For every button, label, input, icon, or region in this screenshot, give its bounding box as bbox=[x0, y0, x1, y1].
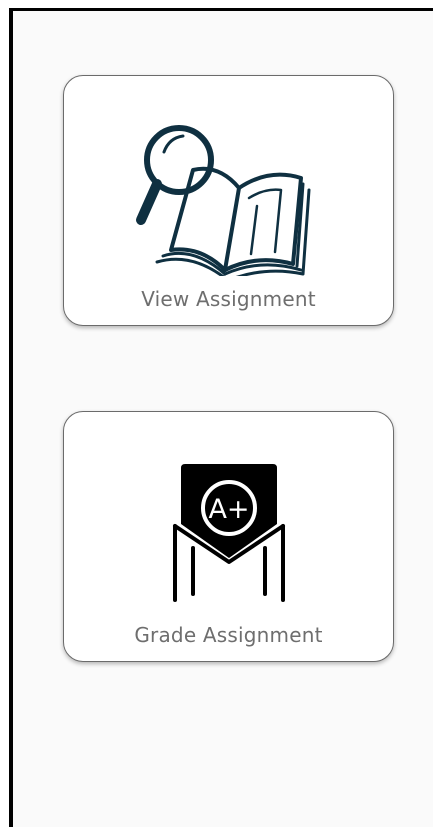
grade-assignment-card[interactable]: A+ Grade Assignment bbox=[63, 411, 394, 662]
grade-assignment-label: Grade Assignment bbox=[134, 623, 323, 647]
app-screen: View Assignment A+ Grade Assignment bbox=[9, 8, 433, 827]
view-assignment-card[interactable]: View Assignment bbox=[63, 75, 394, 326]
grade-badge-text: A+ bbox=[208, 494, 249, 525]
view-assignment-label: View Assignment bbox=[141, 287, 316, 311]
a-plus-grade-envelope-icon: A+ bbox=[172, 464, 285, 602]
magnifying-glass-book-icon bbox=[135, 125, 310, 276]
